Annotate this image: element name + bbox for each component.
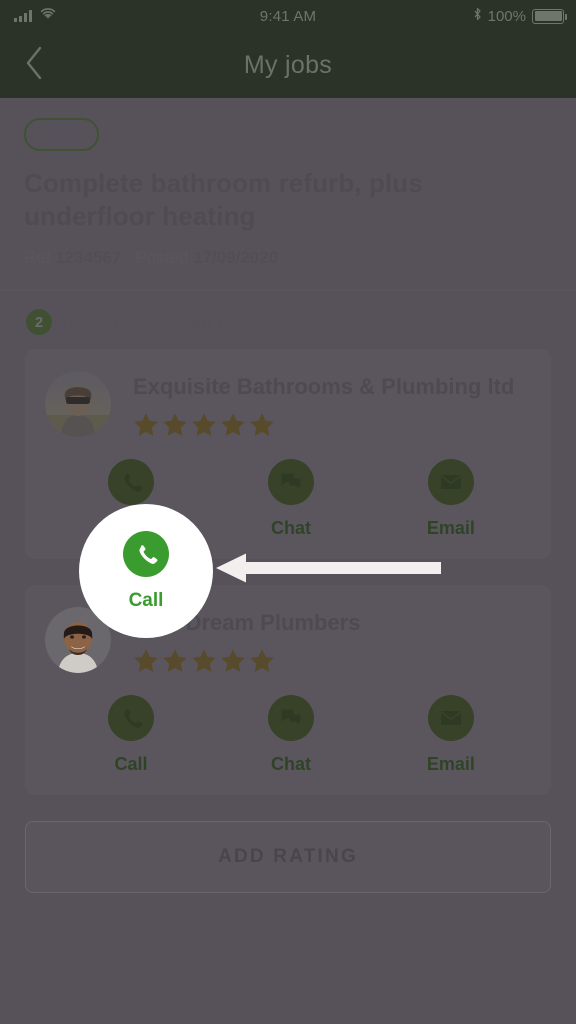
star-icon bbox=[163, 412, 187, 436]
star-icon bbox=[134, 648, 158, 672]
app-screen: 9:41 AM 100% My jobs Open Closes on Sep … bbox=[0, 0, 576, 1024]
call-button[interactable]: Call bbox=[51, 695, 211, 775]
envelope-icon bbox=[427, 695, 474, 741]
email-button[interactable]: Email bbox=[371, 459, 531, 539]
add-rating-section: ADD RATING bbox=[0, 821, 576, 893]
star-icon bbox=[250, 412, 274, 436]
phone-icon bbox=[107, 459, 154, 505]
add-rating-button[interactable]: ADD RATING bbox=[25, 821, 551, 893]
envelope-icon bbox=[427, 459, 474, 505]
chat-label: Chat bbox=[270, 518, 311, 538]
chevron-left-icon bbox=[24, 46, 44, 85]
star-icon bbox=[221, 648, 245, 672]
phone-icon bbox=[107, 695, 154, 741]
trader-name: Exquisite Bathrooms & Plumbing ltd bbox=[133, 374, 515, 399]
star-icon bbox=[163, 648, 187, 672]
chat-button[interactable]: Chat bbox=[211, 695, 371, 775]
quotes-summary: 2 tradespeople want to quote bbox=[0, 291, 576, 335]
email-label: Email bbox=[426, 754, 475, 774]
chat-bubble-icon bbox=[267, 459, 314, 505]
quote-count-badge: 2 bbox=[26, 309, 52, 335]
job-ref-value: 1234567 bbox=[55, 248, 122, 267]
star-icon bbox=[192, 648, 216, 672]
battery-full-icon bbox=[532, 8, 567, 24]
job-title: Complete bathroom refurb, plus underfloo… bbox=[24, 168, 423, 231]
battery-percent-label: 100% bbox=[487, 7, 526, 25]
phone-icon bbox=[123, 530, 169, 577]
call-label: Call bbox=[114, 754, 148, 774]
highlighted-call-button[interactable]: Call bbox=[79, 504, 213, 638]
bluetooth-icon bbox=[473, 7, 482, 26]
back-button[interactable] bbox=[12, 32, 56, 98]
job-posted-value: 17/09/2020 bbox=[193, 248, 279, 267]
nav-bar: My jobs bbox=[0, 32, 576, 98]
job-reference-row: Ref 1234567 Posted 17/09/2020 bbox=[24, 248, 552, 268]
email-label: Email bbox=[426, 518, 475, 538]
rating-stars bbox=[133, 648, 531, 673]
highlighted-call-label: Call bbox=[128, 589, 164, 611]
page-title: My jobs bbox=[243, 50, 333, 79]
star-icon bbox=[221, 412, 245, 436]
job-closes-label: Closes on Sep 18 2020, 13:45 bbox=[112, 124, 342, 144]
chat-button[interactable]: Chat bbox=[211, 459, 371, 539]
email-button[interactable]: Email bbox=[371, 695, 531, 775]
star-icon bbox=[192, 412, 216, 436]
status-badge: Open bbox=[24, 118, 100, 151]
status-bar: 9:41 AM 100% bbox=[0, 0, 576, 32]
star-icon bbox=[134, 412, 158, 436]
chat-label: Chat bbox=[270, 754, 311, 774]
avatar bbox=[45, 371, 111, 437]
chat-bubble-icon bbox=[267, 695, 314, 741]
job-summary: Open Closes on Sep 18 2020, 13:45 Comple… bbox=[0, 98, 576, 268]
rating-stars bbox=[133, 412, 531, 437]
job-posted-label: Posted bbox=[135, 248, 189, 267]
star-icon bbox=[250, 648, 274, 672]
trader-actions: Call Chat bbox=[45, 695, 531, 775]
quote-summary-label: tradespeople want to quote bbox=[63, 312, 285, 331]
job-ref-label: Ref bbox=[24, 248, 51, 267]
